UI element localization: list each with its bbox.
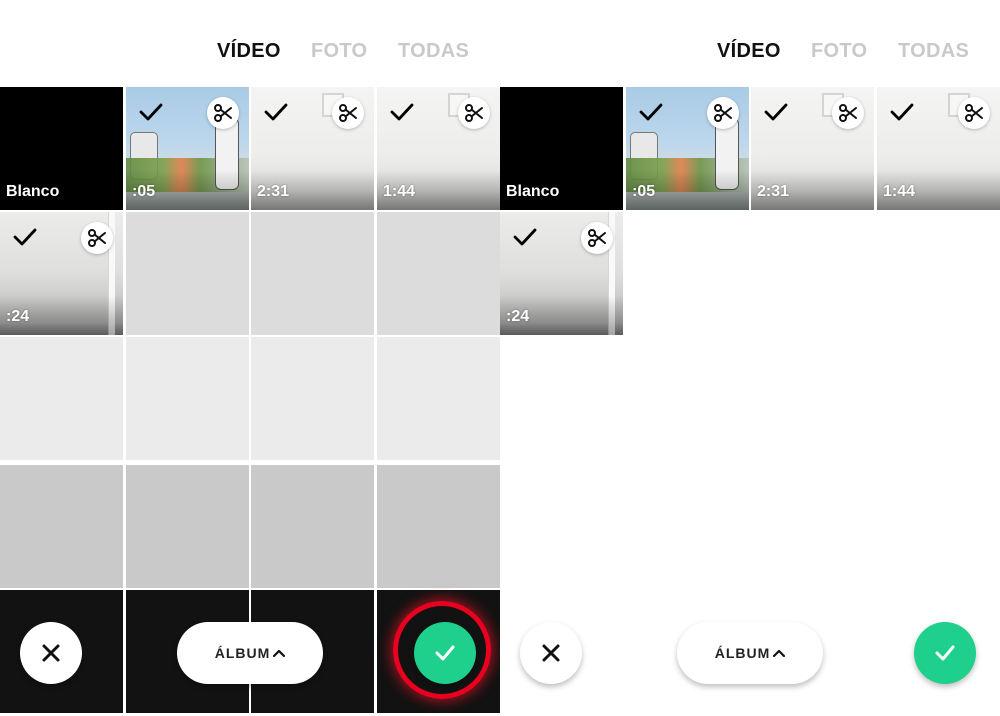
media-grid: Blanco :05 2:31 1:44:24 xyxy=(0,87,500,713)
checkmark-icon xyxy=(935,645,955,661)
duration-label: 2:31 xyxy=(257,183,290,200)
scissors-icon xyxy=(87,228,107,248)
tab-all[interactable]: TODAS xyxy=(398,40,469,63)
media-tile-video[interactable]: :05 xyxy=(126,87,249,210)
duration-label: :24 xyxy=(506,308,530,325)
media-tile-placeholder xyxy=(126,337,249,460)
duration-label: :05 xyxy=(132,183,156,200)
media-tile-video[interactable]: 2:31 xyxy=(251,87,374,210)
checkmark-icon xyxy=(889,99,915,125)
chevron-up-icon xyxy=(273,649,286,657)
media-label: Blanco xyxy=(6,183,60,200)
album-label: ÁLBUM xyxy=(714,645,771,661)
media-tile-video[interactable]: 1:44 xyxy=(877,87,1000,210)
trim-button[interactable] xyxy=(832,97,864,129)
duration-label: :24 xyxy=(6,308,30,325)
media-tile-video[interactable]: :05 xyxy=(626,87,749,210)
trim-button[interactable] xyxy=(81,222,113,254)
tab-photo[interactable]: FOTO xyxy=(811,40,867,63)
scissors-icon xyxy=(713,103,733,123)
checkmark-icon xyxy=(763,99,789,125)
scissors-icon xyxy=(838,103,858,123)
tab-photo[interactable]: FOTO xyxy=(311,40,367,63)
checkmark-icon xyxy=(638,99,664,125)
scissors-icon xyxy=(213,103,233,123)
media-tile-placeholder xyxy=(126,212,249,335)
media-tile-placeholder xyxy=(377,465,500,588)
media-tile-placeholder xyxy=(0,465,123,588)
tab-video[interactable]: VÍDEO xyxy=(217,40,281,63)
checkmark-icon xyxy=(435,645,455,661)
scissors-icon xyxy=(587,228,607,248)
scissors-icon xyxy=(964,103,984,123)
checkmark-icon xyxy=(12,224,38,250)
media-tile-placeholder xyxy=(251,337,374,460)
media-label: Blanco xyxy=(506,183,560,200)
trim-button[interactable] xyxy=(707,97,739,129)
media-tile-video[interactable]: 2:31 xyxy=(751,87,874,210)
duration-label: 1:44 xyxy=(383,183,416,200)
close-icon xyxy=(42,644,60,662)
trim-button[interactable] xyxy=(458,97,490,129)
scissors-icon xyxy=(464,103,484,123)
bottom-action-bar: ÁLBUM xyxy=(0,600,500,716)
duration-label: :05 xyxy=(632,183,656,200)
album-button[interactable]: ÁLBUM xyxy=(677,622,823,684)
media-tile-placeholder xyxy=(126,465,249,588)
album-button[interactable]: ÁLBUM xyxy=(177,622,323,684)
trim-button[interactable] xyxy=(207,97,239,129)
checkmark-icon xyxy=(263,99,289,125)
media-tile-placeholder xyxy=(377,337,500,460)
checkmark-icon xyxy=(389,99,415,125)
media-tile-video[interactable]: :24 xyxy=(500,212,623,335)
confirm-button[interactable] xyxy=(914,622,976,684)
media-picker-panel-loading: VÍDEO FOTO TODAS Blanco :05 2:31 1:44:2… xyxy=(0,0,500,716)
bottom-action-bar: ÁLBUM xyxy=(500,600,1000,716)
album-label: ÁLBUM xyxy=(214,645,271,661)
media-type-tabs: VÍDEO FOTO TODAS xyxy=(500,40,1000,68)
media-type-tabs: VÍDEO FOTO TODAS xyxy=(0,40,500,68)
media-picker-panel: VÍDEO FOTO TODAS Blanco :05 2:31 1:44:2… xyxy=(500,0,1000,716)
close-icon xyxy=(542,644,560,662)
close-button[interactable] xyxy=(20,622,82,684)
close-button[interactable] xyxy=(520,622,582,684)
chevron-up-icon xyxy=(773,649,786,657)
media-tile-blank[interactable]: Blanco xyxy=(500,87,623,210)
trim-button[interactable] xyxy=(581,222,613,254)
checkmark-icon xyxy=(138,99,164,125)
media-tile-placeholder xyxy=(0,337,123,460)
media-grid: Blanco :05 2:31 1:44:24 xyxy=(500,87,1000,687)
checkmark-icon xyxy=(512,224,538,250)
duration-label: 2:31 xyxy=(757,183,790,200)
tab-all[interactable]: TODAS xyxy=(898,40,969,63)
duration-label: 1:44 xyxy=(883,183,916,200)
confirm-button[interactable] xyxy=(414,622,476,684)
scissors-icon xyxy=(338,103,358,123)
trim-button[interactable] xyxy=(958,97,990,129)
media-tile-video[interactable]: 1:44 xyxy=(377,87,500,210)
media-tile-placeholder xyxy=(251,212,374,335)
media-tile-placeholder xyxy=(251,465,374,588)
tab-video[interactable]: VÍDEO xyxy=(717,40,781,63)
media-tile-blank[interactable]: Blanco xyxy=(0,87,123,210)
trim-button[interactable] xyxy=(332,97,364,129)
media-tile-placeholder xyxy=(377,212,500,335)
media-tile-video[interactable]: :24 xyxy=(0,212,123,335)
